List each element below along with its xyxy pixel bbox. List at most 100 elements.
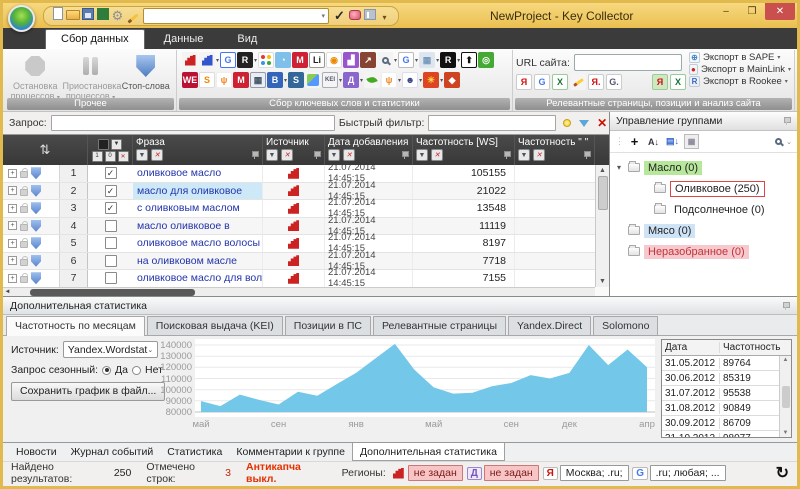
clear-filter-icon[interactable]: ✕ <box>281 149 293 161</box>
ribbon-tab-2[interactable]: Данные <box>149 30 219 49</box>
source-select[interactable]: Yandex.Wordstat⌄ <box>63 341 158 358</box>
trend-chart-icon[interactable]: ↗ <box>360 52 376 68</box>
toolbar-overflow-icon[interactable]: ⌄ <box>786 138 792 146</box>
stop-processes-button[interactable]: Остановка процессов ▾ <box>8 51 63 96</box>
settings-icon[interactable]: ⚙ <box>110 8 125 22</box>
solomono-icon[interactable]: S <box>288 72 304 88</box>
ribbon-tab-3[interactable]: Вид <box>222 30 272 49</box>
yandex-positions-icon[interactable]: Я <box>652 74 668 90</box>
bottom-tab-4[interactable]: Комментарии к группе <box>229 443 352 461</box>
query-input[interactable] <box>51 115 335 131</box>
purple-chart-icon[interactable]: ▟ <box>343 52 359 68</box>
bottom-tab-5[interactable]: Дополнительная статистика <box>352 443 505 461</box>
export-button-1[interactable]: ⊕Экспорт в SAPE▾ <box>689 52 791 63</box>
seopult-icon[interactable]: S <box>199 72 215 88</box>
column-header-ws[interactable]: Частотность [WS] ▼✕ <box>413 135 515 165</box>
horizontal-scrollbar[interactable]: ◄ <box>3 287 595 296</box>
bottom-tab-1[interactable]: Новости <box>9 443 64 461</box>
filter-icon[interactable]: ▼ <box>136 149 148 161</box>
anticaptcha-indicator-icon[interactable] <box>347 8 362 22</box>
app-menu-orb[interactable] <box>8 5 35 32</box>
toolbar-menu-icon[interactable]: ▾ <box>377 10 392 24</box>
yandex-direct-dots-icon[interactable] <box>258 52 274 68</box>
seasonal-no-radio[interactable] <box>132 366 141 375</box>
frame-icon[interactable]: ▦▾ <box>419 52 439 68</box>
region-item[interactable]: Дне задан <box>467 465 539 481</box>
minimize-button[interactable]: – <box>713 3 739 20</box>
region-item[interactable]: не задан <box>391 465 463 481</box>
expand-row-icon[interactable]: + <box>8 274 17 283</box>
maximize-button[interactable]: ❒ <box>739 3 765 20</box>
tree-item[interactable]: ▾ Масло (0) <box>614 157 793 178</box>
pin-icon[interactable] <box>503 151 511 159</box>
table-row[interactable]: +2✓масло для оливковое21.07.2014 14:45:1… <box>3 183 595 201</box>
filter-icon[interactable]: ▼ <box>266 149 278 161</box>
seasonal-yes-radio[interactable] <box>102 366 111 375</box>
phrase-cell[interactable]: на оливковом масле <box>133 253 263 270</box>
target-icon[interactable]: ◉ <box>326 52 342 68</box>
open-project-icon[interactable] <box>65 8 80 22</box>
table-row[interactable]: +7оливковое масло для волос21.07.2014 14… <box>3 270 595 287</box>
tree-item-label[interactable]: Подсолнечное (0) <box>670 203 769 217</box>
tree-item-label[interactable]: Масло (0) <box>644 161 702 175</box>
quick-access-combobox[interactable]: ▾ <box>143 8 329 24</box>
yandex-icon[interactable]: Я <box>516 74 532 90</box>
hint-bulb-icon[interactable] <box>560 116 574 130</box>
clear-filter-icon[interactable]: ✕ <box>431 149 443 161</box>
refresh-icon[interactable]: ↻ <box>776 463 789 483</box>
clear-filter-icon[interactable]: ✕ <box>151 149 163 161</box>
wordstat-deep-bars-icon[interactable]: ▾ <box>199 52 219 68</box>
magic-wand-icon[interactable] <box>125 11 140 25</box>
save-project-icon[interactable] <box>80 7 95 21</box>
google-suggest-icon[interactable]: G▾ <box>398 52 418 68</box>
filter-icon[interactable]: ▼ <box>328 149 340 161</box>
bottom-tab-3[interactable]: Статистика <box>160 443 229 461</box>
row-checkbox[interactable]: ✓ <box>105 202 117 214</box>
spy-icon[interactable]: ☻▾ <box>402 72 422 88</box>
expand-row-icon[interactable]: + <box>8 256 17 265</box>
broom-icon[interactable] <box>570 74 586 90</box>
pause-processes-button[interactable]: Приостановка процессов ▾ <box>63 51 119 96</box>
kei-icon[interactable]: KEI▾ <box>322 72 342 88</box>
tree-item-label[interactable]: Оливковое (250) <box>670 181 765 197</box>
hand-icon[interactable]: ψ <box>216 72 232 88</box>
search-icon[interactable] <box>775 138 782 145</box>
clear-filter-icon[interactable]: ✕ <box>595 116 609 130</box>
pin-icon[interactable] <box>783 117 791 125</box>
wordstat-bars-icon[interactable] <box>182 52 198 68</box>
row-checkbox[interactable] <box>105 237 117 249</box>
region-item[interactable]: G.ru; любая; ... <box>633 465 726 481</box>
pin-icon[interactable] <box>583 151 591 159</box>
calculator-icon[interactable]: ▦ <box>250 72 266 88</box>
column-settings-icon[interactable]: ⇅ <box>3 135 88 165</box>
mail-icon[interactable]: M <box>233 72 249 88</box>
tree-expander-icon[interactable]: ▾ <box>614 163 624 172</box>
expand-row-icon[interactable]: + <box>8 186 17 195</box>
column-header-phrase[interactable]: Фраза ▼✕ <box>133 135 263 165</box>
clear-filter-icon[interactable]: ✕ <box>343 149 355 161</box>
tree-item[interactable]: Оливковое (250) <box>614 178 793 199</box>
stats-tab-5[interactable]: Yandex.Direct <box>508 316 591 335</box>
phrase-cell[interactable]: масло оливковое в <box>133 218 263 235</box>
google-stats-icon[interactable]: G <box>220 52 236 68</box>
close-button[interactable]: ✕ <box>765 3 795 20</box>
row-checkbox[interactable] <box>105 272 117 284</box>
phrase-cell[interactable]: с оливковым маслом <box>133 200 263 217</box>
column-header-date[interactable]: Дата добавления ▼✕ <box>325 135 413 165</box>
apply-filter-icon[interactable] <box>578 116 592 130</box>
pin-icon[interactable] <box>401 151 409 159</box>
hand-check-icon[interactable]: ψ▾ <box>381 72 401 88</box>
leaf-icon[interactable] <box>364 72 380 88</box>
expand-row-icon[interactable]: + <box>8 239 17 248</box>
check-all-icon[interactable] <box>98 139 109 150</box>
pin-icon[interactable] <box>782 302 790 310</box>
map-icon[interactable] <box>305 72 321 88</box>
filter-icon[interactable]: ▼ <box>416 149 428 161</box>
yandex-ku-icon[interactable]: Я. <box>588 74 604 90</box>
excel-positions-icon[interactable]: X <box>670 74 686 90</box>
rambler-adstat-icon[interactable]: R▾ <box>237 52 257 68</box>
begun-icon[interactable]: B▾ <box>267 72 287 88</box>
table-row[interactable]: +3✓с оливковым маслом21.07.2014 14:45:15… <box>3 200 595 218</box>
phrase-cell[interactable]: оливковое масло для волос <box>133 270 263 287</box>
pin-icon[interactable] <box>251 151 259 159</box>
